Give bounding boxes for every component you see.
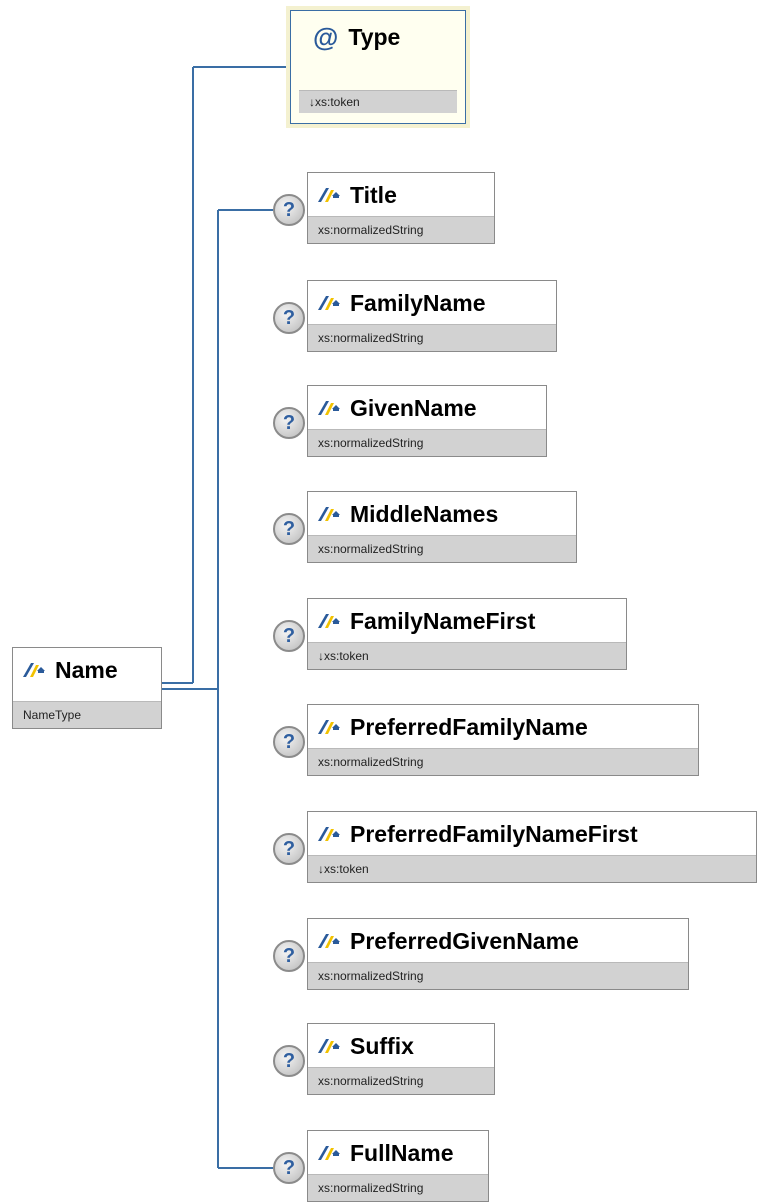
optional-marker-icon: ? (273, 407, 305, 439)
optional-marker-icon: ? (273, 194, 305, 226)
child-element-type: xs:normalizedString (308, 429, 546, 456)
optional-marker-icon: ? (273, 726, 305, 758)
child-element-name: Title (350, 181, 397, 208)
child-element-name: Suffix (350, 1032, 414, 1059)
element-icon (318, 934, 340, 948)
child-element-name: PreferredFamilyNameFirst (350, 820, 638, 847)
child-element-node[interactable]: Suffix xs:normalizedString (307, 1023, 495, 1095)
attribute-name: Type (348, 23, 401, 50)
child-element-name: FamilyName (350, 289, 486, 316)
element-icon (23, 663, 45, 677)
schema-diagram: Name NameType @ Type ↓xs:token ? Title xs:… (0, 0, 760, 1203)
child-element-type: xs:normalizedString (308, 962, 688, 989)
child-element-node[interactable]: MiddleNames xs:normalizedString (307, 491, 577, 563)
element-icon (318, 1039, 340, 1053)
element-icon (318, 827, 340, 841)
optional-marker-icon: ? (273, 833, 305, 865)
optional-marker-icon: ? (273, 1152, 305, 1184)
child-element-name: GivenName (350, 394, 477, 421)
attribute-type: ↓xs:token (299, 90, 457, 113)
child-element-type: xs:normalizedString (308, 216, 494, 243)
root-element-name: Name (55, 656, 118, 683)
child-element-type: xs:normalizedString (308, 324, 556, 351)
attribute-node[interactable]: @ Type ↓xs:token (290, 10, 466, 124)
child-element-node[interactable]: FamilyName xs:normalizedString (307, 280, 557, 352)
child-element-type: xs:normalizedString (308, 1067, 494, 1094)
child-element-node[interactable]: GivenName xs:normalizedString (307, 385, 547, 457)
child-element-node[interactable]: PreferredFamilyNameFirst ↓xs:token (307, 811, 757, 883)
optional-marker-icon: ? (273, 620, 305, 652)
child-element-name: FullName (350, 1139, 454, 1166)
element-icon (318, 507, 340, 521)
child-element-name: PreferredFamilyName (350, 713, 588, 740)
child-element-type: xs:normalizedString (308, 535, 576, 562)
child-element-name: PreferredGivenName (350, 927, 579, 954)
element-icon (318, 296, 340, 310)
optional-marker-icon: ? (273, 513, 305, 545)
element-icon (318, 401, 340, 415)
attribute-at-icon: @ (313, 21, 339, 52)
child-element-node[interactable]: PreferredFamilyName xs:normalizedString (307, 704, 699, 776)
child-element-node[interactable]: FullName xs:normalizedString (307, 1130, 489, 1202)
child-element-name: FamilyNameFirst (350, 607, 536, 634)
element-icon (318, 614, 340, 628)
child-element-name: MiddleNames (350, 500, 499, 527)
optional-marker-icon: ? (273, 302, 305, 334)
optional-marker-icon: ? (273, 1045, 305, 1077)
child-element-node[interactable]: PreferredGivenName xs:normalizedString (307, 918, 689, 990)
child-element-node[interactable]: Title xs:normalizedString (307, 172, 495, 244)
child-element-type: ↓xs:token (308, 855, 756, 882)
child-element-type: ↓xs:token (308, 642, 626, 669)
child-element-type: xs:normalizedString (308, 1174, 488, 1201)
child-element-type: xs:normalizedString (308, 748, 698, 775)
element-icon (318, 1146, 340, 1160)
root-element-node[interactable]: Name NameType (12, 647, 162, 729)
element-icon (318, 720, 340, 734)
root-element-type: NameType (13, 701, 161, 728)
optional-marker-icon: ? (273, 940, 305, 972)
element-icon (318, 188, 340, 202)
child-element-node[interactable]: FamilyNameFirst ↓xs:token (307, 598, 627, 670)
